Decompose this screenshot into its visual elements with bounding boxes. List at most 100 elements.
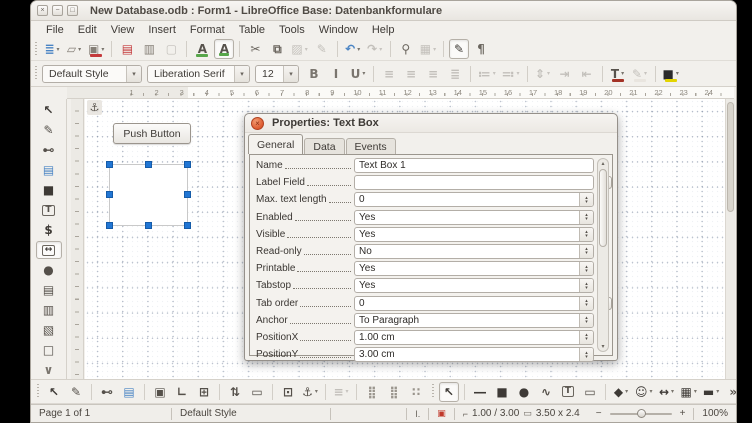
dialog-scrollbar[interactable]: ▴ ▾ [597,158,609,352]
close-icon[interactable]: × [37,5,48,16]
chevron-down-icon[interactable]: ▾ [78,46,81,53]
spinner[interactable]: ▴▾ [579,193,593,206]
property-field[interactable]: 3.00 cm ▴▾ [354,347,594,362]
zoom-slider[interactable] [610,413,672,415]
chevron-down-icon[interactable]: ▾ [493,70,496,77]
design-mode-icon[interactable]: ✎ [449,39,469,59]
open-in-design-mode-icon[interactable]: ▭ [247,382,267,402]
control-wizards-icon[interactable]: ⊷ [36,141,62,159]
control-properties-icon[interactable]: ▣ [150,382,170,402]
font-color-icon[interactable]: T▾ [608,64,628,84]
chevron-down-icon[interactable]: ▾ [650,388,653,395]
menu-window[interactable]: Window [312,23,365,37]
spin-down-icon[interactable]: ▾ [585,234,588,238]
redo-icon[interactable]: ↷▾ [365,39,385,59]
push-button-control[interactable]: Push Button [113,123,191,144]
spelling-icon[interactable]: A [192,39,212,59]
property-field[interactable]: To Paragraph ▴▾ [354,313,594,328]
titlebar[interactable]: ×−□ New Database.odb : Form1 - LibreOffi… [31,1,736,21]
callout-shape-icon[interactable]: ▭ [580,382,600,402]
spinner[interactable]: ▴▾ [579,228,593,241]
tab-data[interactable]: Data [304,138,344,154]
font-name-combo[interactable]: Liberation Serif ▾ [147,65,250,83]
activation-order-icon[interactable]: ⇅ [225,382,245,402]
helplines-while-moving-icon[interactable]: ∷ [406,382,426,402]
form-navigator-icon[interactable]: ∟ [172,382,192,402]
symbol-shapes-icon[interactable]: ☺▾ [633,382,655,402]
menu-help[interactable]: Help [365,23,402,37]
chevron-down-icon[interactable]: ▾ [716,388,719,395]
tab-events[interactable]: Events [346,138,396,154]
label-field-icon[interactable]: T [36,201,62,219]
form-properties-icon[interactable]: ▤ [119,382,139,402]
chevron-down-icon[interactable]: ▾ [57,46,60,53]
bold-icon[interactable]: B [304,64,324,84]
text-box-control[interactable] [109,164,188,226]
chevron-down-icon[interactable]: ▾ [126,66,141,82]
spinner[interactable]: ▴▾ [579,279,593,292]
menu-file[interactable]: File [39,23,71,37]
save-icon[interactable]: ▣▾ [86,39,106,59]
spin-down-icon[interactable]: ▾ [585,337,588,341]
spinner[interactable]: ▴▾ [579,297,593,310]
property-field[interactable]: Yes ▴▾ [354,227,594,242]
zoom-slider-thumb[interactable] [637,409,646,418]
list-box-icon[interactable]: ▤ [36,281,62,299]
new-icon[interactable]: ≣▾ [42,39,62,59]
tab-general[interactable]: General [248,134,303,154]
scrollbar-thumb[interactable] [727,102,734,212]
increase-indent-icon[interactable]: ⇥ [555,64,575,84]
menu-table[interactable]: Table [232,23,272,37]
line-spacing-icon[interactable]: ⇕▾ [533,64,553,84]
scroll-down-icon[interactable]: ▾ [598,343,608,350]
ellipse-icon[interactable]: ● [514,382,534,402]
clone-formatting-icon[interactable]: ✎ [312,39,332,59]
align-right-icon[interactable]: ≡ [423,64,443,84]
property-field[interactable]: 0 ▴▾ [354,296,594,311]
align-icon[interactable]: ≡▾ [331,382,351,402]
spin-down-icon[interactable]: ▾ [585,269,588,273]
more-controls-icon[interactable]: □ [36,341,62,359]
toolbar-handle[interactable] [430,384,435,399]
add-field-icon[interactable]: ⊞ [194,382,214,402]
font-size-combo[interactable]: 12 ▾ [255,65,299,83]
vertical-ruler[interactable] [71,99,84,379]
chevron-down-icon[interactable]: ▾ [547,70,550,77]
toolbar-handle[interactable] [33,42,38,57]
paste-icon[interactable]: ▨▾ [289,39,309,59]
chevron-down-icon[interactable]: ▾ [676,70,679,77]
select-icon[interactable]: ↖ [44,382,64,402]
chevron-down-icon[interactable]: ▾ [517,70,520,77]
callouts-icon[interactable]: ▬▾ [701,382,721,402]
property-field[interactable]: 0 ▴▾ [354,192,594,207]
align-center-icon[interactable]: ≡ [401,64,421,84]
selection-handle[interactable] [106,222,113,229]
paragraph-style-combo[interactable]: Default Style ▾ [42,65,142,83]
selection-handle[interactable] [145,161,152,168]
spin-down-icon[interactable]: ▾ [585,303,588,307]
selection-mode-icon[interactable]: I. [407,409,428,419]
chevron-down-icon[interactable]: ▾ [101,46,104,53]
option-button-icon[interactable]: ● [36,261,62,279]
spin-down-icon[interactable]: ▾ [585,251,588,255]
print-icon[interactable]: ▥ [139,39,159,59]
property-field[interactable]: Text Box 1 [354,158,594,173]
menu-view[interactable]: View [104,23,142,37]
chevron-down-icon[interactable]: ▾ [346,388,349,395]
design-mode-icon[interactable]: ✎ [36,121,62,139]
spinner[interactable]: ▴▾ [579,314,593,327]
property-field[interactable]: No ▴▾ [354,244,594,259]
chevron-down-icon[interactable]: ▾ [283,66,298,82]
spinner[interactable]: ▴▾ [579,348,593,361]
property-field[interactable]: 1.00 cm ▴▾ [354,330,594,345]
page-indicator[interactable]: Page 1 of 1 [31,408,171,419]
align-left-icon[interactable]: ≡ [379,64,399,84]
vertical-scrollbar[interactable] [725,99,735,379]
spin-down-icon[interactable]: ▾ [585,200,588,204]
selection-handle[interactable] [184,161,191,168]
selection-handle[interactable] [184,191,191,198]
freeform-line-icon[interactable]: ∿ [536,382,556,402]
chevron-down-icon[interactable]: ▾ [621,70,624,77]
basic-shapes-icon[interactable]: ◆▾ [611,382,631,402]
close-icon[interactable]: × [251,117,264,130]
